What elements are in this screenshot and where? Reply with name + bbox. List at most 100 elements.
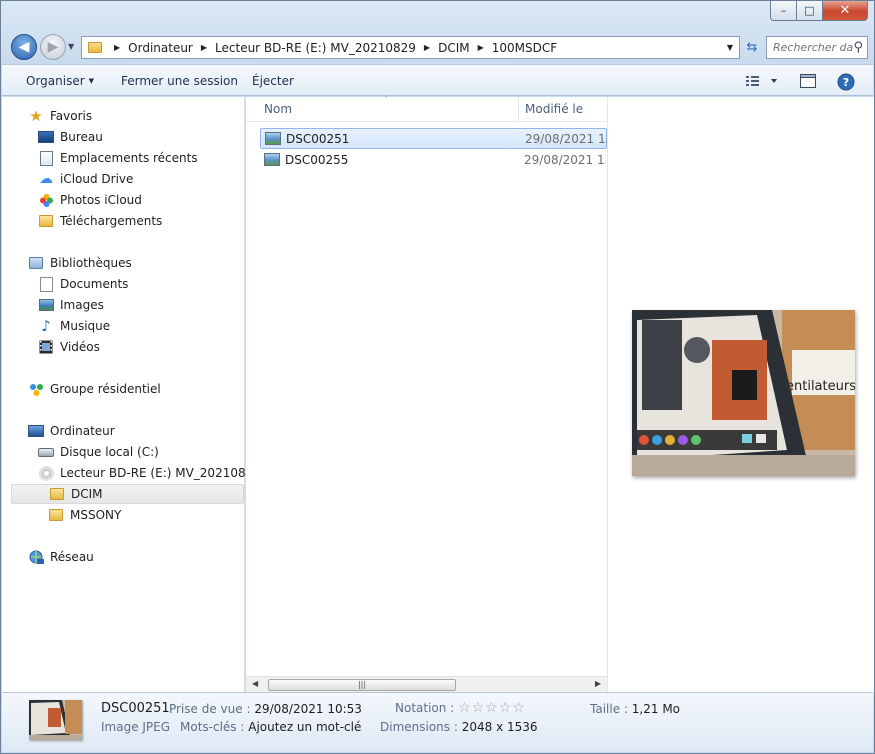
sidebar-item-documents[interactable]: Documents (38, 274, 128, 294)
chevron-right-icon[interactable]: ▶ (114, 43, 120, 52)
column-header-name[interactable]: Nom (264, 102, 292, 116)
file-name: DSC00255 (285, 152, 349, 167)
details-date-taken: Prise de vue : 29/08/2021 10:53 (169, 702, 362, 716)
search-input[interactable] (773, 41, 853, 54)
search-icon[interactable]: ⚲ (853, 40, 863, 55)
disc-icon (38, 465, 54, 481)
tags-label: Mots-clés : (180, 720, 245, 734)
sidebar-item-label: Musique (60, 319, 111, 333)
music-note-icon: ♪ (41, 317, 51, 335)
breadcrumb-drive[interactable]: Lecteur BD-RE (E:) MV_20210829 (215, 41, 416, 55)
sidebar-item-local-disk[interactable]: Disque local (C:) (38, 442, 159, 462)
sidebar-item-label: Groupe résidentiel (50, 382, 161, 396)
recent-pages-dropdown-icon[interactable]: ▼ (68, 42, 74, 51)
chevron-right-icon[interactable]: ▶ (424, 43, 430, 52)
dimensions-value: 2048 x 1536 (461, 720, 538, 734)
sidebar-item-music[interactable]: ♪ Musique (38, 316, 110, 336)
details-tags: Mots-clés : Ajoutez un mot-clé (180, 720, 361, 734)
sidebar-item-label: Photos iCloud (60, 193, 142, 207)
sidebar-item-dcim[interactable]: DCIM (11, 484, 244, 504)
chevron-right-icon[interactable]: ▶ (201, 43, 207, 52)
details-file-name: DSC00251 (101, 701, 170, 716)
sidebar-item-label: Documents (60, 277, 129, 291)
close-button[interactable]: ✕ (823, 1, 868, 21)
rating-label: Notation : (395, 701, 455, 715)
column-headers: ˄ Nom Modifié le (246, 95, 607, 122)
chevron-right-icon[interactable]: ▶ (478, 43, 484, 52)
close-session-button[interactable]: Fermer une session (121, 74, 238, 88)
folder-icon (48, 507, 64, 523)
sidebar-network[interactable]: Réseau (28, 547, 94, 567)
scroll-left-icon[interactable]: ◀ (252, 679, 258, 688)
sidebar-item-label: Favoris (50, 109, 93, 123)
organize-button[interactable]: Organiser ▼ (26, 74, 94, 88)
details-pane: DSC00251 Image JPEG Prise de vue : 29/08… (2, 692, 873, 752)
address-history-dropdown-icon[interactable]: ▼ (727, 43, 733, 52)
breadcrumb-computer[interactable]: Ordinateur (128, 41, 193, 55)
sidebar-item-label: MSSONY (70, 508, 122, 522)
file-row[interactable]: DSC00255 29/08/2021 13:03 (260, 149, 607, 170)
recent-places-icon (38, 150, 54, 166)
sidebar-item-label: Images (60, 298, 104, 312)
sidebar-favorites[interactable]: ★ Favoris (28, 106, 92, 126)
help-icon[interactable]: ? (837, 73, 855, 91)
sidebar-item-label: Emplacements récents (60, 151, 198, 165)
search-box[interactable]: ⚲ (766, 36, 868, 59)
refresh-icon[interactable]: ⇆ (742, 37, 762, 58)
computer-icon (28, 423, 44, 439)
sidebar-item-label: Bibliothèques (50, 256, 132, 270)
breadcrumb-dcim[interactable]: DCIM (438, 41, 470, 55)
sidebar-computer[interactable]: Ordinateur (28, 421, 115, 441)
file-row[interactable]: DSC00251 29/08/2021 12:53 (260, 128, 607, 149)
preview-pane-icon[interactable] (799, 73, 817, 89)
details-file-type: Image JPEG (101, 720, 171, 734)
column-header-modified[interactable]: Modifié le (525, 102, 583, 116)
sidebar-item-label: Disque local (C:) (60, 445, 159, 459)
scroll-right-icon[interactable]: ▶ (595, 679, 601, 688)
explorer-window: – □ ✕ ◀ ▶ ▼ ▶ Ordinateur ▶ Lecteur BD-RE… (0, 0, 875, 754)
change-view-icon[interactable] (745, 73, 779, 89)
maximize-button[interactable]: □ (797, 1, 823, 21)
preview-pane: entilateurs (607, 97, 874, 693)
horizontal-scrollbar[interactable]: ◀ ||| ▶ (246, 676, 607, 693)
date-taken-label: Prise de vue : (169, 702, 251, 716)
sidebar-homegroup[interactable]: Groupe résidentiel (28, 379, 161, 399)
scrollbar-thumb[interactable]: ||| (268, 679, 456, 691)
sidebar-item-videos[interactable]: Vidéos (38, 337, 100, 357)
photo-sign-text: entilateurs (786, 379, 855, 394)
column-divider[interactable] (518, 97, 519, 121)
details-thumbnail (29, 700, 82, 740)
sidebar-item-icloud-drive[interactable]: ☁ iCloud Drive (38, 169, 133, 189)
homegroup-icon (28, 381, 44, 397)
details-dimensions: Dimensions : 2048 x 1536 (380, 720, 538, 734)
sidebar-item-recent[interactable]: Emplacements récents (38, 148, 198, 168)
sidebar-item-label: Vidéos (60, 340, 100, 354)
sidebar-item-icloud-photos[interactable]: Photos iCloud (38, 190, 142, 210)
back-button[interactable]: ◀ (11, 34, 37, 60)
image-file-icon (264, 153, 280, 166)
date-taken-value[interactable]: 29/08/2021 10:53 (254, 702, 362, 716)
downloads-folder-icon (38, 213, 54, 229)
sidebar-item-bd-drive[interactable]: Lecteur BD-RE (E:) MV_20210829 (38, 463, 261, 483)
sidebar-item-bureau[interactable]: Bureau (38, 127, 103, 147)
sidebar-item-images[interactable]: Images (38, 295, 104, 315)
eject-button[interactable]: Éjecter (252, 74, 294, 88)
photos-icon (38, 192, 54, 208)
image-file-icon (265, 132, 281, 145)
sidebar-item-mssony[interactable]: MSSONY (48, 505, 121, 525)
forward-button[interactable]: ▶ (40, 34, 66, 60)
navigation-bar: ◀ ▶ ▼ ▶ Ordinateur ▶ Lecteur BD-RE (E:) … (9, 33, 868, 61)
sidebar-item-label: iCloud Drive (60, 172, 134, 186)
address-bar[interactable]: ▶ Ordinateur ▶ Lecteur BD-RE (E:) MV_202… (81, 36, 740, 59)
file-list: ˄ Nom Modifié le DSC00251 29/08/2021 12:… (246, 95, 607, 693)
size-label: Taille : (590, 702, 628, 716)
rating-stars-icon[interactable]: ☆☆☆☆☆ (458, 700, 526, 716)
photo-preview: entilateurs (632, 310, 855, 476)
images-icon (38, 297, 54, 313)
sidebar-item-downloads[interactable]: Téléchargements (38, 211, 162, 231)
dimensions-label: Dimensions : (380, 720, 458, 734)
tags-value[interactable]: Ajoutez un mot-clé (248, 720, 361, 734)
minimize-button[interactable]: – (770, 1, 797, 21)
sidebar-libraries[interactable]: Bibliothèques (28, 253, 132, 273)
breadcrumb-100msdcf[interactable]: 100MSDCF (492, 41, 557, 55)
